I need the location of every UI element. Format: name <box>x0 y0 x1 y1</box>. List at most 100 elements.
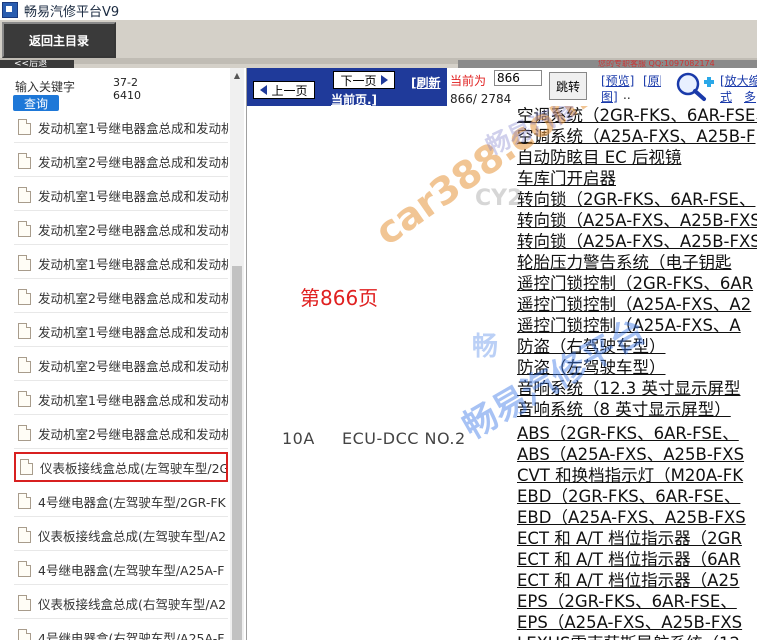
document-icon <box>18 561 31 577</box>
list-item[interactable]: 发动机室2号继电器盒总成和发动机 <box>14 214 228 245</box>
preview-link[interactable]: [预览] <box>601 72 634 89</box>
circuit-entry-link[interactable]: 轮胎压力警告系统（电子钥匙 <box>517 253 732 273</box>
list-item-label: 发动机室2号继电器盒总成和发动机 <box>38 222 228 238</box>
list-item-label: 发动机室2号继电器盒总成和发动机 <box>38 154 228 170</box>
home-button[interactable]: 返回主目录 <box>2 22 116 58</box>
circuit-entry-link[interactable]: ECT 和 A/T 档位指示器（2GR <box>517 529 742 549</box>
circuit-entry-link[interactable]: 遥控门锁控制（2GR-FKS、6AR <box>517 274 753 294</box>
magnifier-icon[interactable] <box>674 70 716 102</box>
list-item[interactable]: 发动机室2号继电器盒总成和发动机 <box>14 418 228 449</box>
zoom-mode-link[interactable]: 式 <box>720 88 732 105</box>
document-icon <box>18 221 31 237</box>
circuit-entry-link[interactable]: EPS（2GR-FKS、6AR-FSE、 <box>517 592 737 612</box>
circuit-entry-link[interactable]: 防盗（左驾驶车型） <box>517 358 666 378</box>
list-item[interactable]: 发动机室2号继电器盒总成和发动机 <box>14 146 228 177</box>
circuit-entry-link[interactable]: 音响系统（12.3 英寸显示屏型 <box>517 379 740 399</box>
list-item[interactable]: 发动机室1号继电器盒总成和发动机 <box>14 180 228 211</box>
list-item-label: 仪表板接线盒总成(左驾驶车型/A2 <box>38 528 227 544</box>
circuit-entry-link[interactable]: LEXUS雷克萨斯导航系统（12 <box>517 634 740 640</box>
list-item-label: 4号继电器盒(左驾驶车型/A25A-F <box>38 562 225 578</box>
scroll-up-icon[interactable]: ▲ <box>230 68 244 84</box>
left-panel: 输入关键字 查询 37-26410 发动机室1号继电器盒总成和发动机 发动机室2号… <box>0 68 247 640</box>
list-item-label: 发动机室2号继电器盒总成和发动机 <box>38 358 228 374</box>
document-icon <box>18 595 31 611</box>
refresh-link[interactable]: [刷新 <box>411 74 441 91</box>
fuse-name: ECU-DCC NO.2 <box>342 429 466 448</box>
list-item-label: 发动机室1号继电器盒总成和发动机 <box>38 188 228 204</box>
document-icon <box>18 425 31 441</box>
circuit-entry-link[interactable]: 自动防眩目 EC 后视镜 <box>517 148 681 168</box>
circuit-entry-link[interactable]: ABS（A25A-FXS、A25B-FXS <box>517 445 744 465</box>
circuit-entry-link[interactable]: EBD（2GR-FKS、6AR-FSE、 <box>517 487 740 507</box>
list-item-label: 发动机室1号继电器盒总成和发动机 <box>38 120 228 136</box>
jump-button[interactable]: 跳转 <box>549 72 587 100</box>
circuit-entry-link[interactable]: 车库门开启器 <box>517 169 616 189</box>
document-icon <box>18 391 31 407</box>
search-label: 输入关键字 <box>15 80 76 94</box>
prev-page-button[interactable]: 上一页 <box>253 81 315 99</box>
nav-bar: 上一页 下一页 [刷新 当前页.] 当前为 跳转 866/ 2784 [预览] … <box>247 68 757 107</box>
list-item-label: 发动机室1号继电器盒总成和发动机 <box>38 256 228 272</box>
toolbar: 返回主目录 <box>0 20 757 64</box>
list-item[interactable]: 仪表板接线盒总成(左驾驶车型/2G <box>14 452 228 482</box>
list-item[interactable]: 4号继电器盒(左驾驶车型/A25A-F <box>14 554 228 585</box>
prev-page-label: 上一页 <box>271 83 308 98</box>
document-icon <box>18 493 31 509</box>
scroll-thumb[interactable] <box>232 266 242 640</box>
list-item[interactable]: 发动机室1号继电器盒总成和发动机 <box>14 116 228 143</box>
list-item[interactable]: 仪表板接线盒总成(右驾驶车型/A2 <box>14 588 228 619</box>
list-item-label: 发动机室1号继电器盒总成和发动机 <box>38 324 228 340</box>
circuit-entry-link[interactable]: 防盗（右驾驶车型） <box>517 337 666 357</box>
circuit-entry-link[interactable]: EBD（A25A-FXS、A25B-FXS <box>517 508 746 528</box>
circuit-entry-link[interactable]: ECT 和 A/T 档位指示器（A25 <box>517 571 739 591</box>
document-icon <box>18 255 31 271</box>
qq-service-text: 您的专职客服 QQ:1097082174 <box>458 60 757 68</box>
circuit-entry-link[interactable]: 空调系统（2GR-FKS、6AR-FSE、 <box>517 106 757 126</box>
page-input[interactable] <box>494 70 542 86</box>
list-item[interactable]: 发动机室1号继电器盒总成和发动机 <box>14 316 228 347</box>
list-item[interactable]: 4号继电器盒(左驾驶车型/2GR-FK <box>14 486 228 517</box>
list-scrollbar[interactable]: ▲ <box>230 68 244 640</box>
list-item[interactable]: 发动机室1号继电器盒总成和发动机 <box>14 384 228 415</box>
circuit-entry-link[interactable]: EPS（A25A-FXS、A25B-FXS <box>517 613 742 633</box>
original-image-link[interactable]: [原图] <box>643 72 661 89</box>
original-image-link-2[interactable]: 图] <box>601 88 618 105</box>
circuit-entry-link[interactable]: ECT 和 A/T 档位指示器（6AR <box>517 550 740 570</box>
part-code: 37-26410 <box>113 76 141 102</box>
list-item[interactable]: 发动机室2号继电器盒总成和发动机 <box>14 282 228 313</box>
circuit-entry-link[interactable]: 转向锁（A25A-FXS、A25B-FXS <box>517 232 757 252</box>
zoom-link[interactable]: [放大缩 <box>720 72 757 89</box>
list-item[interactable]: 仪表板接线盒总成(左驾驶车型/A2 <box>14 520 228 551</box>
list-item[interactable]: 发动机室1号继电器盒总成和发动机 <box>14 248 228 279</box>
arrow-right-icon <box>380 75 388 85</box>
list-item-label: 发动机室1号继电器盒总成和发动机 <box>38 392 228 408</box>
back-button[interactable]: <<后退 <box>0 60 74 68</box>
list-item[interactable]: 4号继电器盒(右驾驶车型/A25A-F <box>14 622 228 640</box>
circuit-entry-link[interactable]: 转向锁（A25A-FXS、A25B-FXS <box>517 211 757 231</box>
circuit-entry-link[interactable]: 音响系统（8 英寸显示屏型） <box>517 400 731 420</box>
list-item[interactable]: 发动机室2号继电器盒总成和发动机 <box>14 350 228 381</box>
page-total: 866/ 2784 <box>450 92 512 106</box>
circuit-entry-link[interactable]: 空调系统（A25A-FXS、A25B-F <box>517 127 755 147</box>
search-button[interactable]: 查询 <box>13 95 59 111</box>
document-icon <box>18 187 31 203</box>
list-item-label: 4号继电器盒(左驾驶车型/2GR-FK <box>38 494 226 510</box>
image-link-suffix: .. <box>623 88 631 102</box>
list-item-label: 4号继电器盒(右驾驶车型/A25A-F <box>38 630 225 640</box>
watermark-cy: CY2 <box>475 186 523 211</box>
zoom-multi-link[interactable]: 多 <box>744 88 756 105</box>
circuit-entry-link[interactable]: 转向锁（2GR-FKS、6AR-FSE、 <box>517 190 755 210</box>
document-icon <box>18 153 31 169</box>
circuit-entry-link[interactable]: 遥控门锁控制（A25A-FXS、A <box>517 316 741 336</box>
watermark-char: 畅 <box>472 332 499 362</box>
document-icon <box>18 527 31 543</box>
next-page-button[interactable]: 下一页 <box>333 71 395 89</box>
document-icon <box>18 629 31 640</box>
title-bar: 畅易汽修平台V9 <box>0 0 757 20</box>
document-icon <box>18 323 31 339</box>
circuit-entry-link[interactable]: CVT 和换档指示灯（M20A-FK <box>517 466 743 486</box>
circuit-entry-link[interactable]: 遥控门锁控制（A25A-FXS、A2 <box>517 295 751 315</box>
document-icon <box>18 357 31 373</box>
circuit-entry-link[interactable]: ABS（2GR-FKS、6AR-FSE、 <box>517 424 739 444</box>
list-item-label: 仪表板接线盒总成(左驾驶车型/2G <box>40 460 228 476</box>
